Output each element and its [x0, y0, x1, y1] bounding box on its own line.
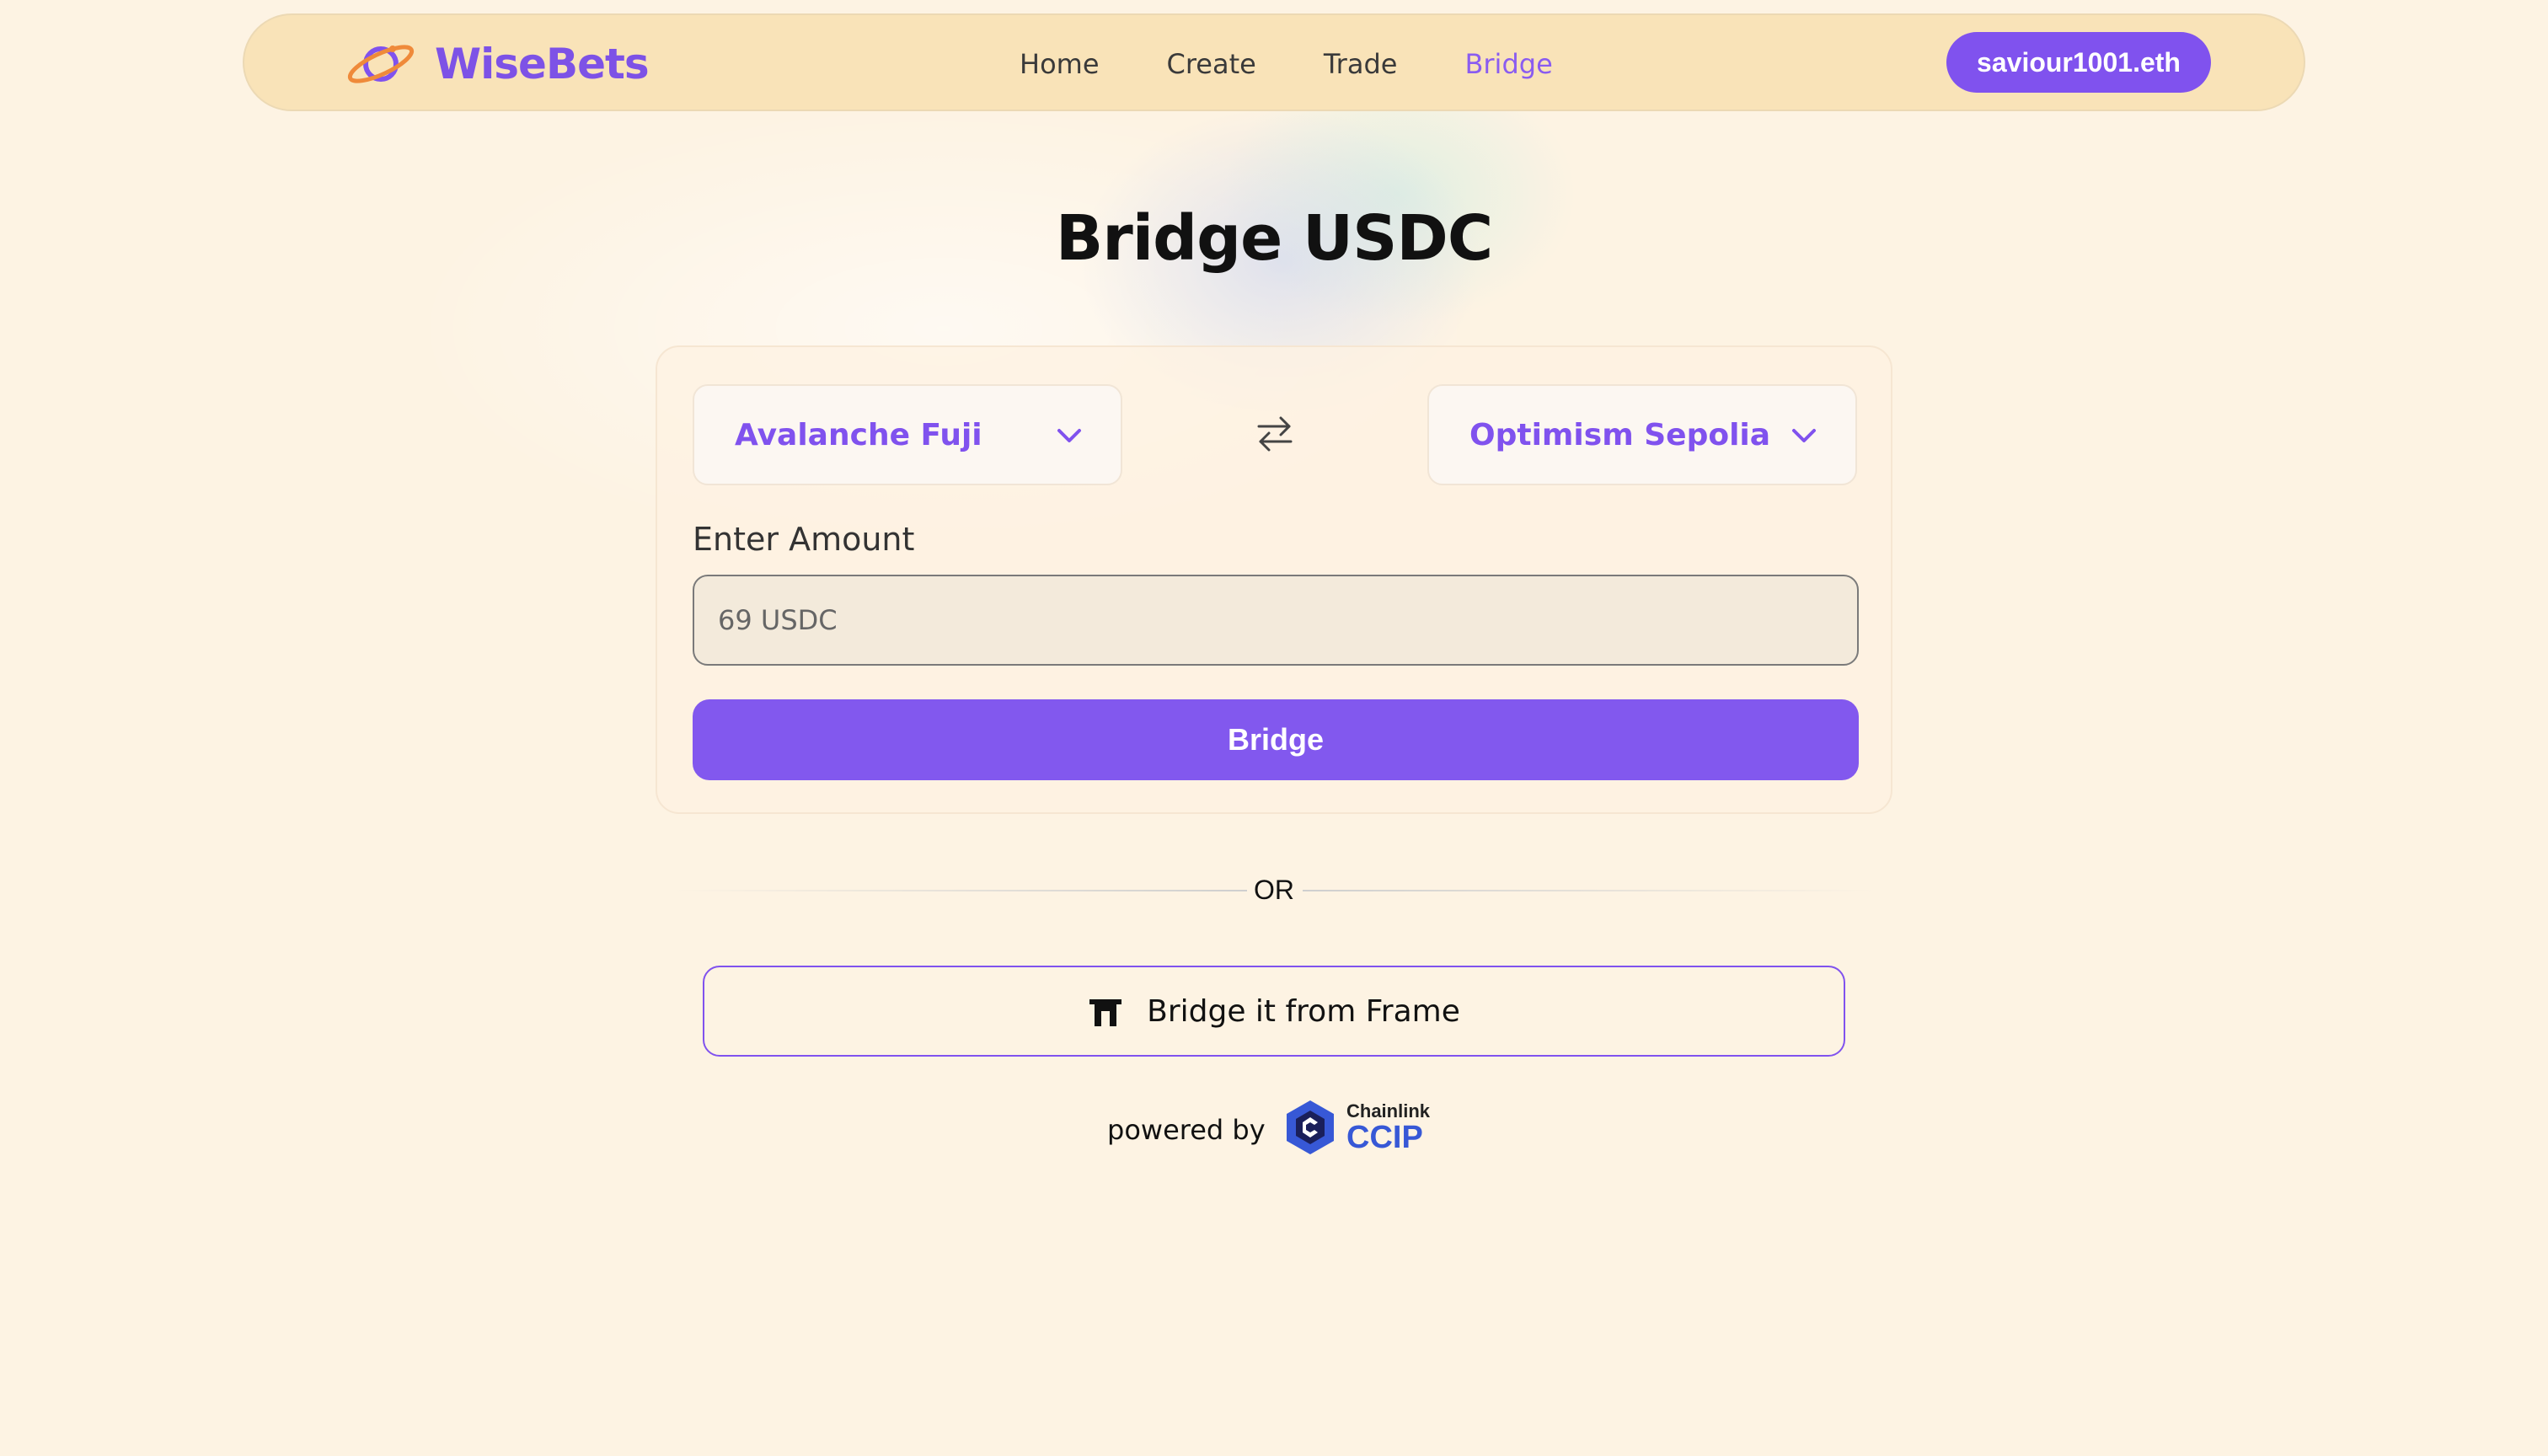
- or-divider-label: OR: [1254, 875, 1294, 905]
- ccip-label: CCIP: [1346, 1120, 1423, 1155]
- chainlink-label: Chainlink: [1346, 1100, 1431, 1121]
- main-nav: Home Create Trade Bridge: [1020, 15, 1620, 113]
- powered-by-label: powered by: [1107, 1114, 1266, 1146]
- frame-arch-icon: [1089, 999, 1122, 1026]
- nav-trade[interactable]: Trade: [1324, 48, 1398, 80]
- brand[interactable]: WiseBets: [344, 35, 650, 93]
- chainlink-ccip-logo: Chainlink CCIP: [1284, 1099, 1430, 1156]
- navbar: WiseBets Home Create Trade Bridge saviou…: [243, 13, 2305, 111]
- nav-create[interactable]: Create: [1167, 48, 1256, 80]
- bridge-card: Avalanche Fuji Optimism Sepolia Enter Am…: [656, 345, 1892, 814]
- divider-line-right: [1303, 890, 1876, 891]
- planet-logo-icon: [347, 45, 415, 83]
- chevron-down-icon: [1057, 429, 1081, 442]
- swap-arrows-icon[interactable]: [1255, 413, 1294, 455]
- destination-chain-label: Optimism Sepolia: [1469, 417, 1771, 452]
- divider-line-left: [674, 890, 1247, 891]
- bridge-button[interactable]: Bridge: [693, 699, 1859, 780]
- page-title: Bridge USDC: [1055, 202, 1493, 275]
- amount-input[interactable]: [693, 575, 1859, 666]
- source-chain-select[interactable]: Avalanche Fuji: [693, 384, 1122, 485]
- nav-home[interactable]: Home: [1020, 48, 1100, 80]
- wallet-button[interactable]: saviour1001.eth: [1946, 32, 2211, 93]
- frame-button-label: Bridge it from Frame: [1147, 993, 1460, 1029]
- amount-label: Enter Amount: [693, 521, 915, 558]
- bridge-from-frame-button[interactable]: Bridge it from Frame: [703, 966, 1845, 1057]
- chevron-down-icon: [1792, 429, 1816, 442]
- source-chain-label: Avalanche Fuji: [735, 417, 982, 452]
- nav-bridge[interactable]: Bridge: [1464, 48, 1552, 80]
- chainlink-hexagon-icon: [1287, 1100, 1334, 1154]
- destination-chain-select[interactable]: Optimism Sepolia: [1427, 384, 1857, 485]
- brand-name: WiseBets: [435, 40, 650, 88]
